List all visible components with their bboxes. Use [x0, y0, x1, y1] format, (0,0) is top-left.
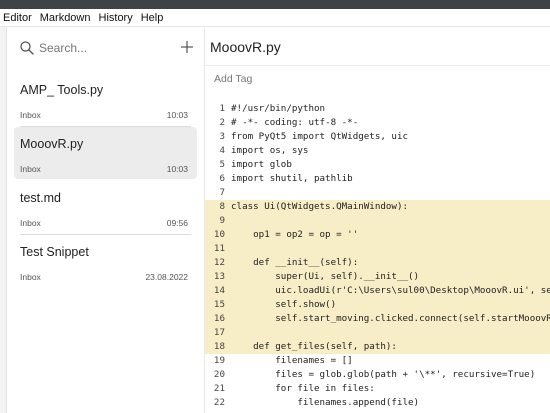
line-number: 15	[213, 299, 225, 310]
code-line[interactable]: 2 # -*- coding: utf-8 -*-	[205, 116, 550, 130]
search-input[interactable]: Search...	[39, 40, 87, 56]
code-line[interactable]: 15 self.show()	[205, 298, 550, 312]
code-line[interactable]: 20 files = glob.glob(path + '\**', recur…	[205, 368, 550, 382]
code-line[interactable]: 16 self.start_moving.clicked.connect(sel…	[205, 312, 550, 326]
code-line[interactable]: 5 import glob	[205, 158, 550, 172]
code-line-text: filenames.append(file)	[231, 397, 420, 408]
note-item-selected[interactable]: MooovR.py Inbox 10:03	[14, 127, 197, 179]
note-date: 10:03	[166, 164, 188, 174]
note-date: 09:56	[166, 218, 188, 228]
line-number: 4	[219, 145, 225, 156]
note-folder: Inbox	[20, 110, 41, 120]
editor-pane: MooovR.py Add Tag 1 #!/usr/bin/python 2 # -…	[205, 27, 550, 413]
line-number: 11	[213, 243, 225, 254]
line-number: 18	[213, 341, 225, 352]
line-number: 16	[213, 313, 225, 324]
line-number: 17	[213, 327, 225, 338]
code-line[interactable]: 17	[205, 326, 550, 340]
note-title: test.md	[20, 191, 61, 205]
code-line[interactable]: 3 from PyQt5 import QtWidgets, uic	[205, 130, 550, 144]
note-date: 10:03	[166, 110, 188, 120]
code-line[interactable]: 12 def __init__(self):	[205, 256, 550, 270]
note-folder: Inbox	[20, 272, 41, 282]
line-number: 1	[219, 103, 225, 114]
line-number: 12	[213, 257, 225, 268]
menu-help[interactable]: Help	[138, 12, 169, 24]
line-number: 6	[219, 173, 225, 184]
code-line-text: def get_files(self, path):	[231, 341, 397, 352]
line-number: 13	[213, 271, 225, 282]
code-line[interactable]: 10 op1 = op2 = op = ''	[205, 228, 550, 242]
line-number: 5	[219, 159, 225, 170]
code-line-text: self.show()	[231, 299, 337, 310]
search-icon	[20, 41, 34, 55]
note-item[interactable]: test.md Inbox 09:56	[14, 181, 197, 235]
code-line-text: op1 = op2 = op = ''	[231, 229, 359, 240]
search-bar[interactable]: Search...	[19, 40, 193, 56]
code-line[interactable]: 9	[205, 214, 550, 228]
line-number: 2	[219, 117, 225, 128]
line-number: 20	[213, 369, 225, 380]
code-line[interactable]: 18 def get_files(self, path):	[205, 340, 550, 354]
note-folder: Inbox	[20, 164, 41, 174]
code-line[interactable]: 7	[205, 186, 550, 200]
left-edge-panel	[0, 27, 7, 413]
code-line[interactable]: 14 uic.loadUi(r'C:\Users\sul00\Desktop\M…	[205, 284, 550, 298]
menu-bar: Editor Markdown History Help	[0, 9, 550, 27]
note-folder: Inbox	[20, 218, 41, 228]
code-line-text: #!/usr/bin/python	[231, 103, 326, 114]
code-line-text: self.start_moving.clicked.connect(self.s…	[231, 313, 550, 324]
code-line-text: import os, sys	[231, 145, 309, 156]
note-item[interactable]: Test Snippet Inbox 23.08.2022	[14, 235, 197, 287]
line-number: 3	[219, 131, 225, 142]
code-line[interactable]: 8 class Ui(QtWidgets.QMainWindow):	[205, 200, 550, 214]
add-tag-button[interactable]: Add Tag	[214, 73, 252, 85]
note-sidebar: Search... AMP_ Tools.py Inbox 10:03 Mooo…	[7, 27, 205, 413]
code-line-text: super(Ui, self).__init__()	[231, 271, 420, 282]
line-number: 8	[219, 201, 225, 212]
document-title[interactable]: MooovR.py	[210, 39, 281, 55]
menu-editor[interactable]: Editor	[0, 12, 37, 24]
add-note-icon[interactable]	[180, 40, 194, 54]
code-line-text: class Ui(QtWidgets.QMainWindow):	[231, 201, 409, 212]
code-line-text: def __init__(self):	[231, 257, 359, 268]
note-title: MooovR.py	[20, 137, 84, 151]
code-line[interactable]: 4 import os, sys	[205, 144, 550, 158]
menu-markdown[interactable]: Markdown	[37, 12, 96, 24]
note-item[interactable]: AMP_ Tools.py Inbox 10:03	[14, 73, 197, 127]
code-line-text: from PyQt5 import QtWidgets, uic	[231, 131, 409, 142]
code-line-text: filenames = []	[231, 355, 353, 366]
code-line[interactable]: 13 super(Ui, self).__init__()	[205, 270, 550, 284]
line-number: 9	[219, 215, 225, 226]
code-line-text: for file in files:	[231, 383, 375, 394]
code-line[interactable]: 22 filenames.append(file)	[205, 396, 550, 410]
code-line-text: import glob	[231, 159, 292, 170]
menu-history[interactable]: History	[96, 12, 138, 24]
code-line[interactable]: 21 for file in files:	[205, 382, 550, 396]
code-line-text: uic.loadUi(r'C:\Users\sul00\Desktop\Mooo…	[231, 285, 550, 296]
line-number: 19	[213, 355, 225, 366]
code-line[interactable]: 1 #!/usr/bin/python	[205, 102, 550, 116]
line-number: 10	[213, 229, 225, 240]
line-number: 7	[219, 187, 225, 198]
code-line[interactable]: 11	[205, 242, 550, 256]
code-line-text: # -*- coding: utf-8 -*-	[231, 117, 359, 128]
note-title: Test Snippet	[20, 245, 89, 259]
note-date: 23.08.2022	[145, 272, 188, 282]
window-top-strip	[0, 0, 550, 9]
line-number: 22	[213, 397, 225, 408]
note-title: AMP_ Tools.py	[20, 83, 104, 97]
code-line[interactable]: 6 import shutil, pathlib	[205, 172, 550, 186]
line-number: 21	[213, 383, 225, 394]
code-line-text: import shutil, pathlib	[231, 173, 353, 184]
line-number: 14	[213, 285, 225, 296]
code-line-text: files = glob.glob(path + '\**', recursiv…	[231, 369, 536, 380]
code-line[interactable]: 19 filenames = []	[205, 354, 550, 368]
title-divider	[205, 65, 550, 66]
